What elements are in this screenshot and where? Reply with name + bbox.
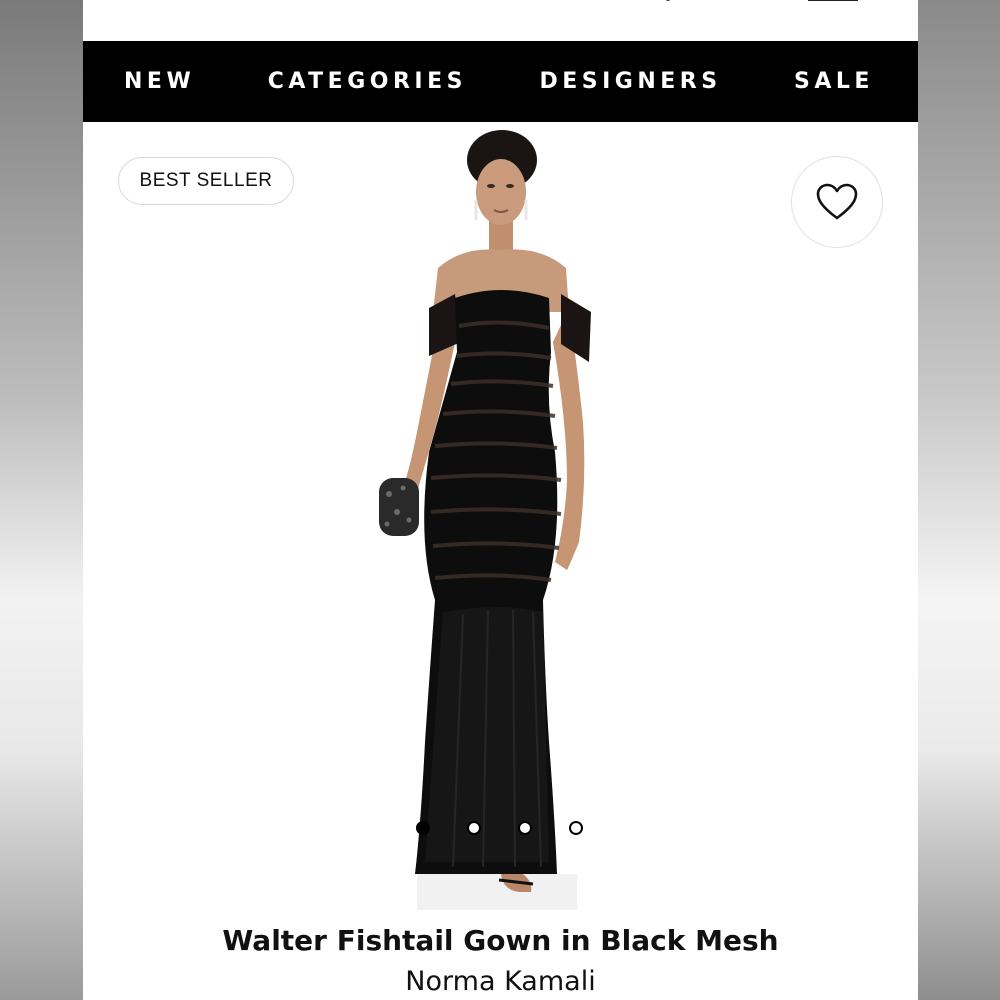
nav-item-sale[interactable]: SALE	[794, 69, 874, 94]
header-underline-fragment	[808, 0, 858, 1]
product-screen: NEW CATEGORIES DESIGNERS SALE BEST SELLE…	[83, 0, 918, 1000]
device-bezel-left	[0, 0, 83, 1000]
designer-name-link[interactable]: Norma Kamali	[83, 966, 918, 997]
main-navigation: NEW CATEGORIES DESIGNERS SALE	[83, 41, 918, 122]
device-bezel-right	[918, 0, 1000, 1000]
nav-item-designers[interactable]: DESIGNERS	[539, 69, 721, 94]
heart-outline-icon	[816, 183, 858, 220]
top-header-cutoff	[83, 0, 918, 41]
add-to-wishlist-button[interactable]	[791, 156, 883, 248]
best-seller-badge: BEST SELLER	[118, 157, 294, 205]
product-image-carousel[interactable]: BEST SELLER	[83, 122, 918, 922]
carousel-dot-1[interactable]	[416, 821, 430, 835]
nav-item-categories[interactable]: CATEGORIES	[268, 69, 467, 94]
product-title: Walter Fishtail Gown in Black Mesh	[222, 924, 779, 957]
carousel-dot-3[interactable]	[518, 821, 532, 835]
product-photo-model-in-gown	[379, 130, 591, 910]
carousel-indicator	[416, 821, 620, 835]
nav-item-new[interactable]: NEW	[124, 69, 195, 94]
carousel-dot-4[interactable]	[569, 821, 583, 835]
header-glyph-fragment	[666, 0, 670, 1]
carousel-dot-2[interactable]	[467, 821, 481, 835]
